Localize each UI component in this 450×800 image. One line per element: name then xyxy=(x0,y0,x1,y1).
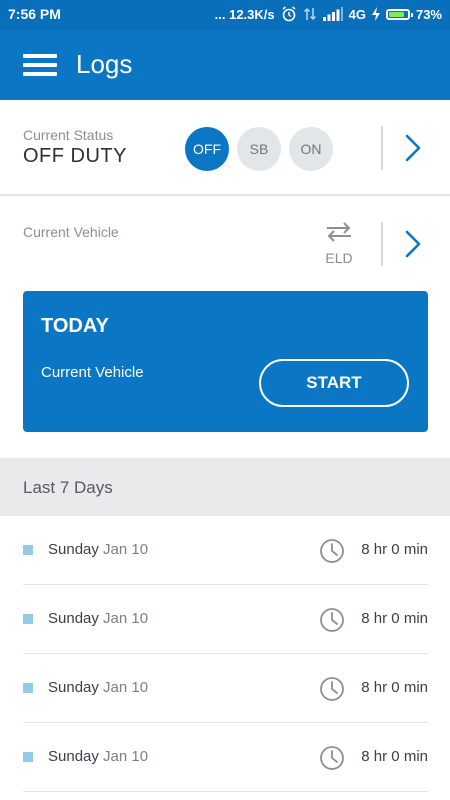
start-button[interactable]: START xyxy=(259,359,409,407)
day-row[interactable]: Sunday Jan 10 8 hr 0 min xyxy=(23,516,428,585)
day-date: Jan 10 xyxy=(103,541,149,558)
day-label: Sunday Jan 10 xyxy=(48,541,149,558)
data-arrows-icon xyxy=(303,7,316,21)
day-bullet xyxy=(23,752,33,762)
signal-icon xyxy=(322,7,343,21)
last-7-days-title: Last 7 Days xyxy=(23,478,113,497)
day-row[interactable]: Sunday Jan 10 8 hr 0 min xyxy=(23,585,428,654)
current-status-label: Current Status xyxy=(23,127,114,143)
day-duration: 8 hr 0 min xyxy=(361,541,428,558)
clock-icon xyxy=(320,746,344,770)
clock-icon xyxy=(320,539,344,563)
day-row[interactable]: Sunday Jan 10 8 hr 0 min xyxy=(23,654,428,723)
day-duration: 8 hr 0 min xyxy=(361,610,428,627)
network-speed: ... 12.3K/s xyxy=(214,6,275,22)
status-time: 7:56 PM xyxy=(8,6,61,22)
today-card: TODAY Current Vehicle START xyxy=(23,291,428,432)
hamburger-menu-icon[interactable] xyxy=(23,54,57,76)
day-duration: 8 hr 0 min xyxy=(361,748,428,765)
swap-arrows-icon xyxy=(327,222,351,242)
day-duration: 8 hr 0 min xyxy=(361,679,428,696)
today-title: TODAY xyxy=(41,315,109,337)
network-type: 4G xyxy=(348,6,366,22)
day-list: Sunday Jan 10 8 hr 0 min Sunday Jan 10 8… xyxy=(0,516,450,792)
last-7-days-header: Last 7 Days xyxy=(0,458,450,516)
status-on-button[interactable]: ON xyxy=(289,127,333,171)
day-bullet xyxy=(23,683,33,693)
day-bullet xyxy=(23,614,33,624)
current-status-value: OFF DUTY xyxy=(23,145,127,167)
system-status-bar: 7:56 PM ... 12.3K/s 4G 73% xyxy=(0,0,450,30)
clock-icon xyxy=(320,677,344,701)
app-header: Logs xyxy=(0,30,450,100)
status-divider xyxy=(381,126,383,170)
day-date: Jan 10 xyxy=(103,748,149,765)
today-vehicle-label: Current Vehicle xyxy=(41,364,144,381)
day-label: Sunday Jan 10 xyxy=(48,748,149,765)
day-bullet xyxy=(23,545,33,555)
day-label: Sunday Jan 10 xyxy=(48,610,149,627)
eld-toggle[interactable]: ELD xyxy=(318,220,360,266)
battery-percent: 73% xyxy=(415,6,442,22)
vehicle-divider xyxy=(381,222,383,266)
status-sb-button[interactable]: SB xyxy=(237,127,281,171)
day-label: Sunday Jan 10 xyxy=(48,679,149,696)
alarm-icon xyxy=(282,6,296,22)
current-vehicle-row: Current Vehicle ELD xyxy=(0,198,450,278)
clock-icon xyxy=(320,608,344,632)
page-title: Logs xyxy=(76,49,133,79)
vehicle-chevron-right-icon[interactable] xyxy=(402,229,424,259)
eld-label: ELD xyxy=(325,250,353,266)
current-vehicle-label: Current Vehicle xyxy=(23,224,119,240)
current-status-row: Current Status OFF DUTY OFF SB ON xyxy=(0,100,450,196)
day-date: Jan 10 xyxy=(103,610,149,627)
charging-icon xyxy=(371,7,380,21)
day-date: Jan 10 xyxy=(103,679,149,696)
status-chevron-right-icon[interactable] xyxy=(402,133,424,163)
status-icons: ... 12.3K/s 4G 73% xyxy=(215,6,442,22)
day-row[interactable]: Sunday Jan 10 8 hr 0 min xyxy=(23,723,428,792)
battery-icon xyxy=(385,8,413,20)
status-off-button[interactable]: OFF xyxy=(185,127,229,171)
